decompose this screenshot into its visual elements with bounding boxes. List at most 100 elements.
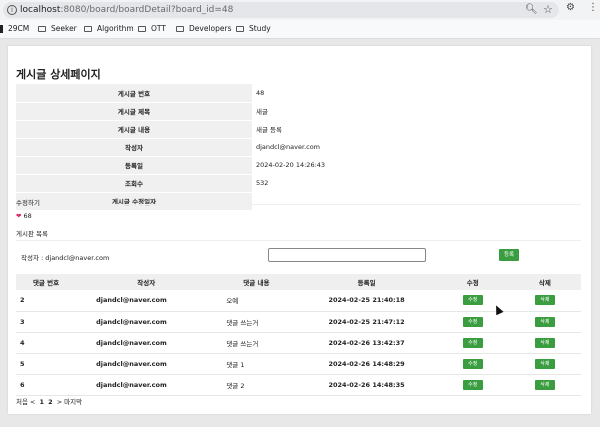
delete-cell: 삭제 bbox=[508, 290, 581, 312]
detail-row: 작성자 djandcl@naver.com bbox=[16, 138, 581, 157]
delete-comment-button[interactable]: 삭제 bbox=[534, 316, 555, 327]
comment-input[interactable] bbox=[268, 248, 426, 262]
detail-row: 게시글 번호 48 bbox=[16, 84, 581, 103]
page-container: 게시글 상세페이지 게시글 번호 48 게시글 제목 새글 게시글 내용 새글 등록 … bbox=[8, 46, 591, 414]
comment-content: 댓글 2 bbox=[216, 374, 297, 396]
detail-value: 새글 등록 bbox=[252, 120, 581, 139]
pagination-last[interactable]: 마지막 bbox=[64, 398, 82, 406]
like-button[interactable]: ❤ 68 bbox=[16, 212, 32, 220]
pagination-page-1[interactable]: 1 bbox=[40, 398, 45, 406]
comment-content: 댓글 쓰는거 bbox=[216, 332, 297, 354]
delete-cell: 삭제 bbox=[508, 374, 581, 396]
site-info-icon[interactable]: i bbox=[7, 5, 17, 15]
delete-comment-button[interactable]: 삭제 bbox=[534, 337, 555, 348]
more-menu-icon[interactable]: ⋮ bbox=[588, 2, 598, 13]
comment-number: 4 bbox=[16, 332, 77, 354]
detail-row: 조회수 532 bbox=[16, 174, 581, 193]
edit-cell: 수정 bbox=[436, 332, 509, 354]
edit-cell: 수정 bbox=[436, 353, 509, 375]
detail-row: 등록일 2024-02-20 14:26:43 bbox=[16, 156, 581, 175]
detail-label: 조회수 bbox=[16, 174, 252, 193]
edit-comment-button[interactable]: 수정 bbox=[462, 358, 483, 369]
folder-icon bbox=[138, 26, 146, 32]
pagination-page-2[interactable]: 2 bbox=[48, 398, 53, 406]
comment-date: 2024-02-26 14:48:29 bbox=[296, 353, 437, 375]
bookmark-algorithm[interactable]: Algorithm bbox=[84, 24, 134, 34]
pagination-first[interactable]: 처음 bbox=[16, 398, 28, 406]
folder-icon bbox=[176, 26, 184, 32]
pagination-prev[interactable]: < bbox=[30, 398, 35, 406]
comment-date: 2024-02-26 14:48:35 bbox=[296, 374, 437, 396]
detail-label: 게시글 내용 bbox=[16, 120, 252, 139]
comment-content: 댓글 1 bbox=[216, 353, 297, 375]
divider bbox=[16, 240, 581, 241]
folder-icon bbox=[84, 26, 92, 32]
detail-value: 2024-02-20 14:26:43 bbox=[252, 156, 581, 175]
pagination: 처음 < 1 2 > 마지막 bbox=[16, 396, 84, 406]
detail-label: 게시글 번호 bbox=[16, 84, 252, 103]
url-field[interactable]: i localhost:8080/board/boardDetail?board… bbox=[3, 2, 559, 18]
comment-row: 5 djandcl@naver.com 댓글 1 2024-02-26 14:4… bbox=[16, 353, 581, 375]
bookmarks-bar: 29CM Seeker Algorithm OTT Developers Stu… bbox=[0, 20, 600, 39]
comment-submit-button[interactable]: 등록 bbox=[499, 249, 519, 261]
page-title: 게시글 상세페이지 bbox=[16, 68, 101, 81]
url-text[interactable]: localhost:8080/board/boardDetail?board_i… bbox=[20, 4, 233, 16]
detail-label: 작성자 bbox=[16, 138, 252, 157]
comment-writer-label: 작성자 : djandcl@naver.com bbox=[21, 254, 110, 262]
comment-content: 댓글 쓰는거 bbox=[216, 311, 297, 333]
delete-comment-button[interactable]: 삭제 bbox=[534, 358, 555, 369]
delete-comment-button[interactable]: 삭제 bbox=[534, 379, 555, 390]
detail-value: 새글 bbox=[252, 102, 581, 121]
bookmark-star-icon[interactable]: ☆ bbox=[543, 3, 553, 16]
comment-content: 오예 bbox=[216, 290, 297, 312]
detail-row: 게시글 제목 새글 bbox=[16, 102, 581, 121]
comment-number: 5 bbox=[16, 353, 77, 375]
bookmark-study[interactable]: Study bbox=[236, 24, 271, 34]
detail-label: 게시글 수정일자 bbox=[16, 192, 252, 211]
comment-number: 3 bbox=[16, 311, 77, 333]
edit-comment-button[interactable]: 수정 bbox=[462, 295, 483, 306]
detail-row: 게시글 내용 새글 등록 bbox=[16, 120, 581, 139]
bookmark-developers[interactable]: Developers bbox=[176, 24, 231, 34]
detail-row: 게시글 수정일자 bbox=[16, 192, 581, 211]
delete-cell: 삭제 bbox=[508, 311, 581, 333]
edit-post-link[interactable]: 수정하기 bbox=[16, 197, 40, 207]
comment-writer: djandcl@naver.com bbox=[76, 290, 217, 312]
bookmark-ott[interactable]: OTT bbox=[138, 24, 166, 34]
delete-cell: 삭제 bbox=[508, 353, 581, 375]
column-header: 댓글 번호 bbox=[16, 274, 77, 290]
bookmark-seeker[interactable]: Seeker bbox=[38, 24, 77, 34]
comment-number: 2 bbox=[16, 290, 77, 312]
column-header: 등록일 bbox=[296, 274, 437, 290]
delete-comment-button[interactable]: 삭제 bbox=[534, 295, 555, 306]
zoom-icon[interactable]: 🔍︎ bbox=[525, 4, 538, 15]
edit-comment-button[interactable]: 수정 bbox=[462, 337, 483, 348]
comment-writer: djandcl@naver.com bbox=[76, 353, 217, 375]
comment-date: 2024-02-26 13:42:37 bbox=[296, 332, 437, 354]
pagination-next[interactable]: > bbox=[57, 398, 62, 406]
heart-icon: ❤ bbox=[16, 212, 22, 220]
detail-value: 532 bbox=[252, 174, 581, 193]
detail-value bbox=[252, 192, 581, 211]
edit-comment-button[interactable]: 수정 bbox=[462, 379, 483, 390]
comment-writer: djandcl@naver.com bbox=[76, 332, 217, 354]
comment-date: 2024-02-25 21:40:18 bbox=[296, 290, 437, 312]
detail-label: 게시글 제목 bbox=[16, 102, 252, 121]
detail-value: 48 bbox=[252, 84, 581, 103]
edit-comment-button[interactable]: 수정 bbox=[462, 316, 483, 327]
browser-address-bar: i localhost:8080/board/boardDetail?board… bbox=[0, 0, 600, 20]
edit-cell: 수정 bbox=[436, 374, 509, 396]
board-list-link[interactable]: 게시판 목록 bbox=[16, 228, 48, 238]
comment-writer: djandcl@naver.com bbox=[76, 311, 217, 333]
folder-icon bbox=[236, 26, 244, 32]
comment-writer: djandcl@naver.com bbox=[76, 374, 217, 396]
like-count: 68 bbox=[23, 212, 32, 220]
column-header: 작성자 bbox=[76, 274, 217, 290]
column-header: 댓글 내용 bbox=[216, 274, 297, 290]
extensions-icon[interactable]: ⚙ bbox=[566, 2, 575, 13]
comment-row: 6 djandcl@naver.com 댓글 2 2024-02-26 14:4… bbox=[16, 374, 581, 396]
detail-label: 등록일 bbox=[16, 156, 252, 175]
detail-value: djandcl@naver.com bbox=[252, 138, 581, 157]
bookmark-29cm[interactable]: 29CM bbox=[8, 24, 29, 34]
divider bbox=[16, 204, 581, 205]
